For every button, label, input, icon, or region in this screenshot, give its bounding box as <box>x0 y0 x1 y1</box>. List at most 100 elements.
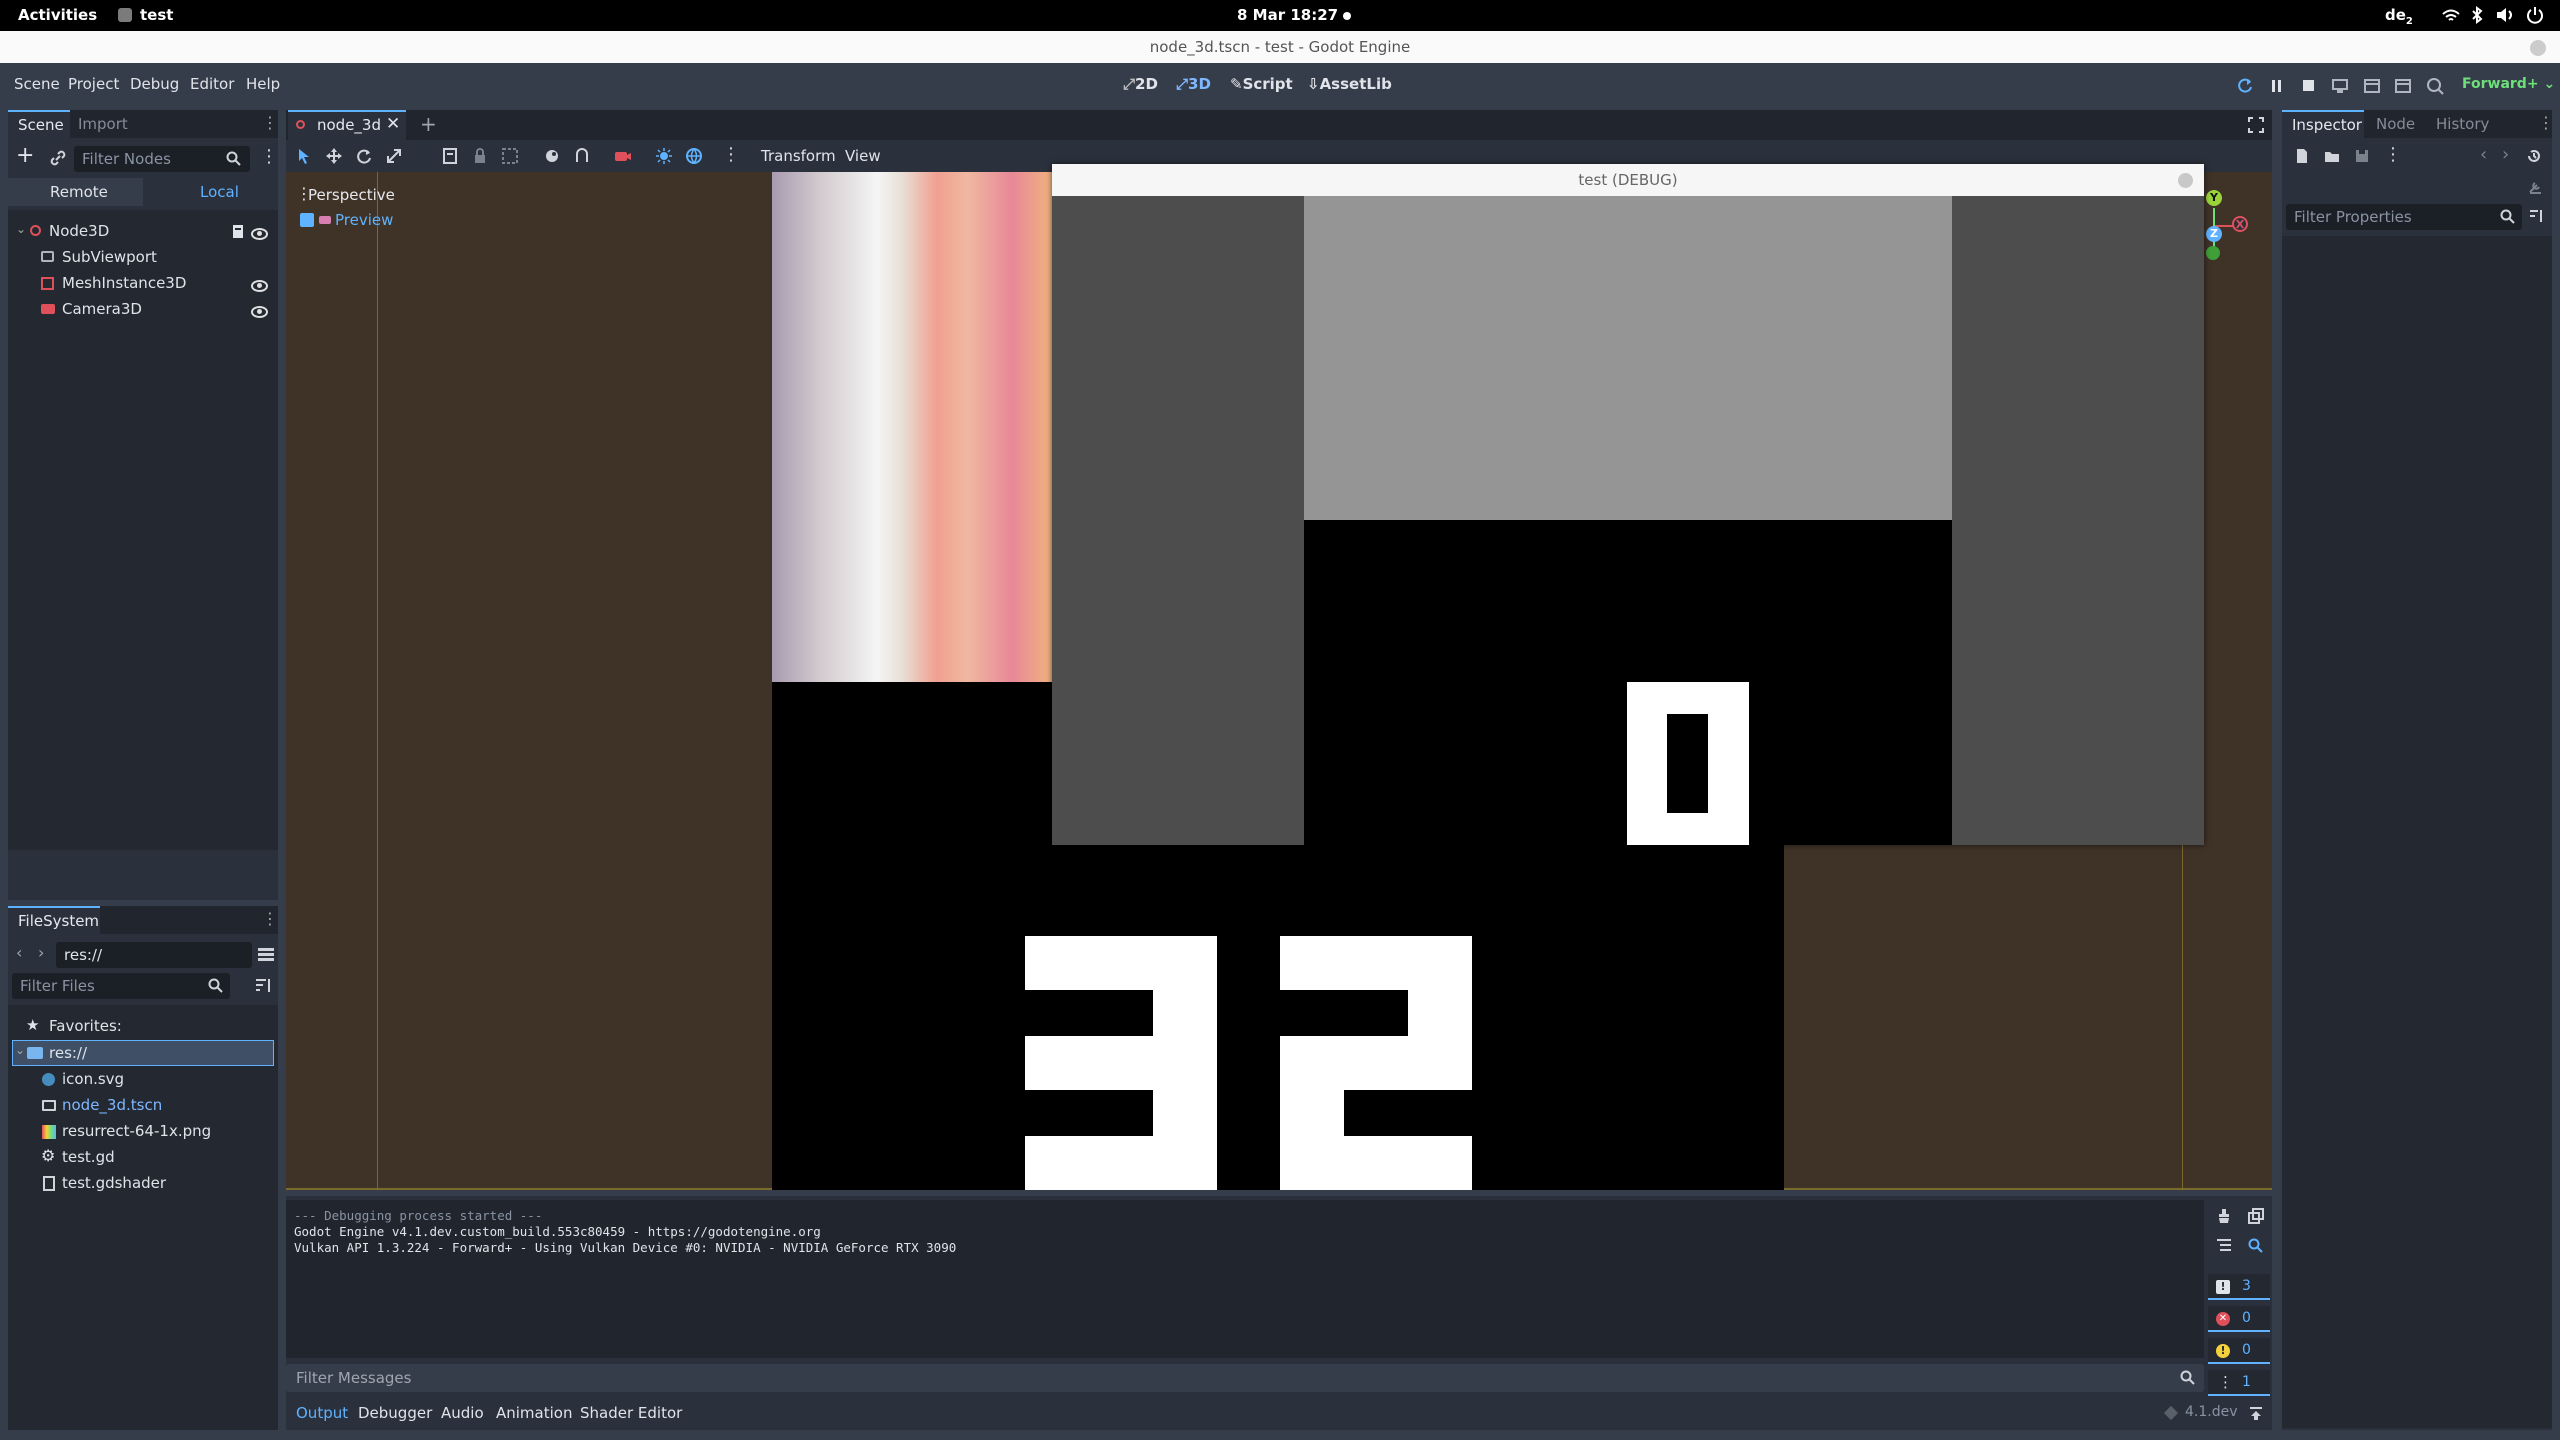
collapse-icon[interactable] <box>2216 1238 2232 1254</box>
menu-project[interactable]: Project <box>68 75 119 93</box>
lock-icon[interactable] <box>472 148 488 164</box>
scene-options-icon[interactable]: ⋮ <box>260 146 278 167</box>
scene-tab-node3d[interactable]: node_3d ✕ <box>288 110 406 140</box>
tab-filesystem[interactable]: FileSystem <box>8 906 100 934</box>
dock-menu-icon[interactable]: ⋮ <box>262 909 278 928</box>
file-item[interactable]: icon.svg <box>8 1068 278 1092</box>
tab-inspector[interactable]: Inspector <box>2282 110 2364 138</box>
power-icon[interactable] <box>2526 6 2544 24</box>
file-item[interactable]: node_3d.tscn <box>8 1094 278 1118</box>
version-label[interactable]: 4.1.dev <box>2185 1404 2238 1420</box>
menu-debug[interactable]: Debug <box>130 75 179 93</box>
transform-menu[interactable]: Transform <box>761 147 836 165</box>
more-options-icon[interactable]: ⋮ <box>722 144 740 165</box>
new-resource-icon[interactable] <box>2294 148 2310 164</box>
group-icon[interactable] <box>502 148 518 164</box>
filter-properties-input[interactable]: Filter Properties <box>2286 204 2522 230</box>
scale-tool-icon[interactable] <box>386 148 402 164</box>
preview-checkbox[interactable]: Preview <box>300 210 420 234</box>
res-root-item[interactable]: ⌄ res:// <box>12 1040 274 1066</box>
forward-arrow-icon[interactable]: › <box>38 943 44 962</box>
bluetooth-icon[interactable] <box>2470 6 2484 24</box>
filter-files-input[interactable]: Filter Files <box>12 973 230 999</box>
workspace-script[interactable]: ✎Script <box>1230 75 1293 93</box>
tree-node-camera3d[interactable]: Camera3D <box>8 298 278 322</box>
more-options-icon[interactable]: ⋮ <box>2384 144 2402 165</box>
list-select-icon[interactable] <box>442 148 458 164</box>
close-icon[interactable]: ✕ <box>386 114 400 134</box>
window-close-button[interactable] <box>2178 173 2193 188</box>
save-resource-icon[interactable] <box>2354 148 2370 164</box>
tab-history[interactable]: History <box>2436 115 2489 133</box>
view-menu[interactable]: View <box>845 147 881 165</box>
expand-panel-icon[interactable] <box>2248 1406 2264 1422</box>
camera-preview-icon[interactable] <box>614 148 632 164</box>
new-tab-icon[interactable]: + <box>420 112 437 136</box>
visibility-eye-icon[interactable] <box>251 228 268 240</box>
tab-animation[interactable]: Animation <box>496 1404 572 1422</box>
tab-scene[interactable]: Scene <box>8 110 70 138</box>
copy-icon[interactable] <box>2248 1208 2264 1224</box>
tab-node[interactable]: Node <box>2376 115 2415 133</box>
move-tool-icon[interactable] <box>326 148 342 164</box>
forward-arrow-icon[interactable]: › <box>2502 144 2509 165</box>
window-close-button[interactable] <box>2530 40 2546 56</box>
remote-tab[interactable]: Remote <box>8 178 143 206</box>
output-log[interactable]: --- Debugging process started --- Godot … <box>286 1200 2204 1358</box>
filter-editor-toggle[interactable]: ⋮ 1 <box>2208 1370 2270 1396</box>
file-item[interactable]: ⚙ test.gd <box>8 1146 278 1170</box>
tab-shader-editor[interactable]: Shader Editor <box>580 1404 682 1422</box>
wifi-icon[interactable] <box>2442 8 2460 24</box>
filter-messages-toggle[interactable]: ! 3 <box>2208 1274 2270 1300</box>
local-space-icon[interactable] <box>544 148 560 164</box>
add-node-icon[interactable]: + <box>16 143 34 168</box>
object-properties-icon[interactable] <box>2528 180 2542 194</box>
tree-node-subviewport[interactable]: SubViewport <box>8 246 278 270</box>
workspace-2d[interactable]: ⤢2D <box>1123 75 1158 93</box>
menu-scene[interactable]: Scene <box>14 75 60 93</box>
tab-output[interactable]: Output <box>296 1404 348 1422</box>
renderer-selector[interactable]: Forward+ ⌄ <box>2462 76 2555 92</box>
refresh-icon[interactable] <box>2236 77 2254 95</box>
volume-icon[interactable] <box>2495 7 2515 23</box>
workspace-3d[interactable]: ⤢3D <box>1176 75 1211 93</box>
clock[interactable]: 8 Mar 18:27 <box>1237 6 1338 24</box>
perspective-menu[interactable]: ⋮ Perspective <box>296 184 396 208</box>
filter-warnings-toggle[interactable]: ! 0 <box>2208 1338 2270 1364</box>
remote-debug-icon[interactable] <box>2331 77 2349 95</box>
script-attached-icon[interactable] <box>231 224 245 240</box>
local-tab[interactable]: Local <box>143 178 278 206</box>
tree-node-meshinstance3d[interactable]: MeshInstance3D <box>8 272 278 296</box>
file-item[interactable]: resurrect-64-1x.png <box>8 1120 278 1144</box>
snap-icon[interactable] <box>574 148 590 164</box>
tab-audio[interactable]: Audio <box>441 1404 484 1422</box>
y-axis-handle[interactable]: Y <box>2206 190 2222 206</box>
back-arrow-icon[interactable]: ‹ <box>2480 144 2487 165</box>
filter-errors-toggle[interactable]: ✕ 0 <box>2208 1306 2270 1332</box>
favorites-item[interactable]: ★ Favorites: <box>8 1015 278 1039</box>
z-axis-handle[interactable]: Z <box>2206 226 2222 242</box>
menu-editor[interactable]: Editor <box>190 75 234 93</box>
link-icon[interactable] <box>50 150 66 166</box>
inspector-options-icon[interactable] <box>2528 208 2544 224</box>
history-icon[interactable] <box>2526 148 2542 164</box>
menu-help[interactable]: Help <box>246 75 280 93</box>
path-field[interactable]: res:// <box>56 942 252 968</box>
workspace-assetlib[interactable]: ⇩AssetLib <box>1307 75 1392 93</box>
stop-icon[interactable] <box>2300 77 2318 95</box>
debug-window-titlebar[interactable]: test (DEBUG) <box>1052 164 2204 196</box>
search-icon[interactable] <box>2248 1238 2264 1254</box>
app-menu[interactable]: test <box>140 6 173 24</box>
sort-icon[interactable] <box>254 977 272 995</box>
environment-icon[interactable] <box>686 148 702 164</box>
tab-debugger[interactable]: Debugger <box>358 1404 432 1422</box>
file-item[interactable]: test.gdshader <box>8 1172 278 1196</box>
filter-nodes-input[interactable]: Filter Nodes <box>74 146 250 172</box>
expand-arrow-icon[interactable]: ⌄ <box>16 222 26 236</box>
expand-arrow-icon[interactable]: ⌄ <box>15 1043 25 1057</box>
dock-menu-icon[interactable]: ⋮ <box>2538 113 2554 132</box>
sun-icon[interactable] <box>656 148 672 164</box>
back-arrow-icon[interactable]: ‹ <box>16 943 22 962</box>
window-titlebar[interactable]: node_3d.tscn - test - Godot Engine <box>0 31 2560 63</box>
tree-node-node3d[interactable]: ⌄ Node3D <box>8 220 278 244</box>
